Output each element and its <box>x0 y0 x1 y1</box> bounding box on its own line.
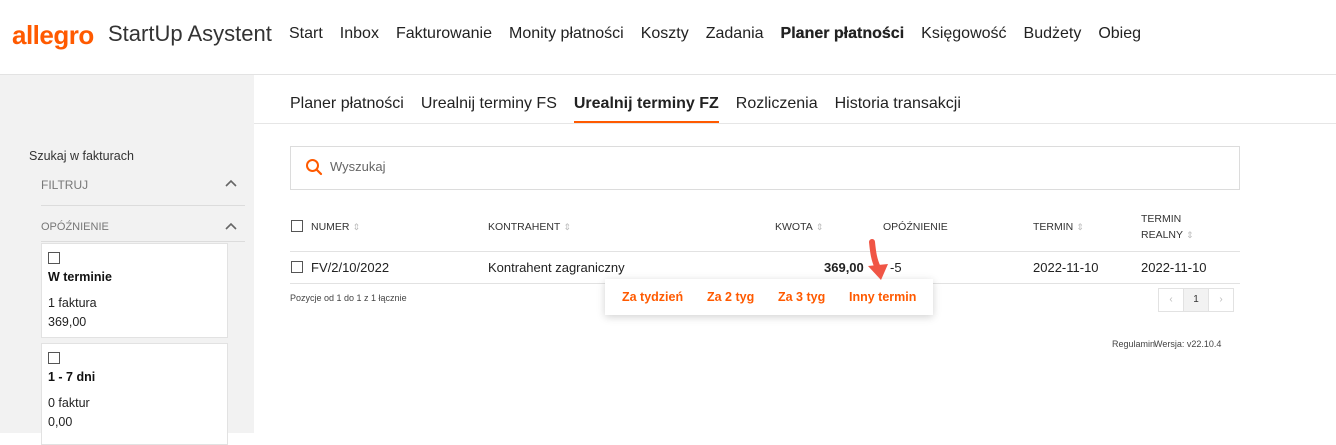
terms-link[interactable]: Regulamin <box>1112 339 1155 349</box>
col-numer[interactable]: NUMER ⇕ <box>311 219 360 235</box>
nav-obieg[interactable]: Obieg <box>1098 25 1141 43</box>
nav-zadania[interactable]: Zadania <box>706 25 764 43</box>
chevron-up-icon[interactable] <box>225 175 237 190</box>
tab-urealnij-fs[interactable]: Urealnij terminy FS <box>421 95 557 124</box>
filter-checkbox[interactable] <box>48 352 60 364</box>
top-navbar: allegro StartUp Asystent Start Inbox Fak… <box>0 0 1336 75</box>
cell-numer[interactable]: FV/2/10/2022 <box>311 260 389 275</box>
filter-card-amount: 369,00 <box>48 315 87 329</box>
pager-prev-button[interactable]: ‹ <box>1158 288 1184 312</box>
search-input[interactable] <box>328 158 1212 175</box>
search-icon <box>305 158 323 181</box>
tab-urealnij-fz[interactable]: Urealnij terminy FZ <box>573 95 719 124</box>
option-inny-termin[interactable]: Inny termin <box>849 290 916 304</box>
tab-rozliczenia[interactable]: Rozliczenia <box>736 95 818 124</box>
pager-page-1[interactable]: 1 <box>1183 288 1209 312</box>
nav-start[interactable]: Start <box>289 25 323 43</box>
sort-icon[interactable]: ⇕ <box>353 222 361 232</box>
col-kontrahent[interactable]: KONTRAHENT ⇕ <box>488 219 571 235</box>
filter-card-count: 1 faktura <box>48 296 97 310</box>
filter-card-title: 1 - 7 dni <box>48 370 96 384</box>
cell-termin: 2022-11-10 <box>1033 260 1099 275</box>
nav-koszty[interactable]: Koszty <box>641 25 689 43</box>
nav-monity-platnosci[interactable]: Monity płatności <box>509 25 624 43</box>
option-za-2-tyg[interactable]: Za 2 tyg <box>707 290 754 304</box>
version-label: Wersja: v22.10.4 <box>1154 339 1222 349</box>
chevron-up-icon[interactable] <box>225 218 237 233</box>
nav-planer-platnosci[interactable]: Planer płatności <box>781 25 905 43</box>
filter-card-w-terminie[interactable]: W terminie 1 faktura 369,00 <box>41 243 228 338</box>
filter-card-1-7-dni[interactable]: 1 - 7 dni 0 faktur 0,00 <box>41 343 228 445</box>
option-za-3-tyg[interactable]: Za 3 tyg <box>778 290 825 304</box>
sub-tabs: Planer płatności Urealnij terminy FS Ure… <box>290 95 978 124</box>
pagination-info: Pozycje od 1 do 1 z 1 łącznie <box>290 293 407 303</box>
nav-budzety[interactable]: Budżety <box>1024 25 1082 43</box>
pagination: ‹ 1 › <box>1158 288 1234 312</box>
sort-icon[interactable]: ⇕ <box>563 222 571 232</box>
select-all-checkbox[interactable] <box>291 220 303 232</box>
col-termin-realny[interactable]: TERMIN REALNY ⇕ <box>1141 211 1194 243</box>
col-termin-realny-label: TERMIN <box>1141 213 1182 225</box>
annotation-arrow-icon <box>864 238 894 289</box>
cell-kwota: 369,00 <box>824 260 864 275</box>
row-checkbox[interactable] <box>291 261 303 273</box>
pager-next-button[interactable]: › <box>1208 288 1234 312</box>
delay-section-label: OPÓŹNIENIE <box>41 221 109 233</box>
col-opoznienie-label: OPÓŹNIENIE <box>883 221 948 233</box>
tab-planer-platnosci[interactable]: Planer płatności <box>290 95 404 124</box>
filter-card-title: W terminie <box>48 270 112 284</box>
search-box[interactable] <box>290 146 1240 190</box>
cell-termin-realny: 2022-11-10 <box>1141 260 1207 275</box>
col-termin-realny-label-2: REALNY <box>1141 229 1184 241</box>
col-kontrahent-label: KONTRAHENT <box>488 221 561 233</box>
col-opoznienie[interactable]: OPÓŹNIENIE <box>883 219 948 235</box>
sort-icon[interactable]: ⇕ <box>816 222 824 232</box>
sort-icon[interactable]: ⇕ <box>1076 222 1084 232</box>
sort-icon[interactable]: ⇕ <box>1186 230 1194 240</box>
col-termin[interactable]: TERMIN ⇕ <box>1033 219 1084 235</box>
allegro-logo[interactable]: allegro <box>12 20 94 51</box>
col-kwota[interactable]: KWOTA ⇕ <box>775 219 823 235</box>
col-numer-label: NUMER <box>311 221 350 233</box>
tabs-divider <box>254 123 1336 124</box>
option-za-tydzien[interactable]: Za tydzień <box>622 290 683 304</box>
filter-card-count: 0 faktur <box>48 396 90 410</box>
filter-section-header[interactable]: FILTRUJ <box>41 178 245 206</box>
filter-card-amount: 0,00 <box>48 415 73 429</box>
nav-fakturowanie[interactable]: Fakturowanie <box>396 25 492 43</box>
sidebar-title: Szukaj w fakturach <box>29 149 134 163</box>
nav-ksiegowosc[interactable]: Księgowość <box>921 25 1006 43</box>
tab-historia-transakcji[interactable]: Historia transakcji <box>835 95 961 124</box>
col-kwota-label: KWOTA <box>775 221 813 233</box>
cell-kontrahent: Kontrahent zagraniczny <box>488 260 625 275</box>
main-nav: Start Inbox Fakturowanie Monity płatnośc… <box>289 25 1158 43</box>
nav-inbox[interactable]: Inbox <box>340 25 379 43</box>
app-name: StartUp Asystent <box>108 21 272 46</box>
col-termin-label: TERMIN <box>1033 221 1074 233</box>
filter-checkbox[interactable] <box>48 252 60 264</box>
delay-section-header[interactable]: OPÓŹNIENIE <box>41 221 245 242</box>
filter-section-label: FILTRUJ <box>41 178 89 192</box>
header-divider <box>290 251 1240 252</box>
filter-sidebar: Szukaj w fakturach FILTRUJ OPÓŹNIENIE W … <box>0 75 254 445</box>
